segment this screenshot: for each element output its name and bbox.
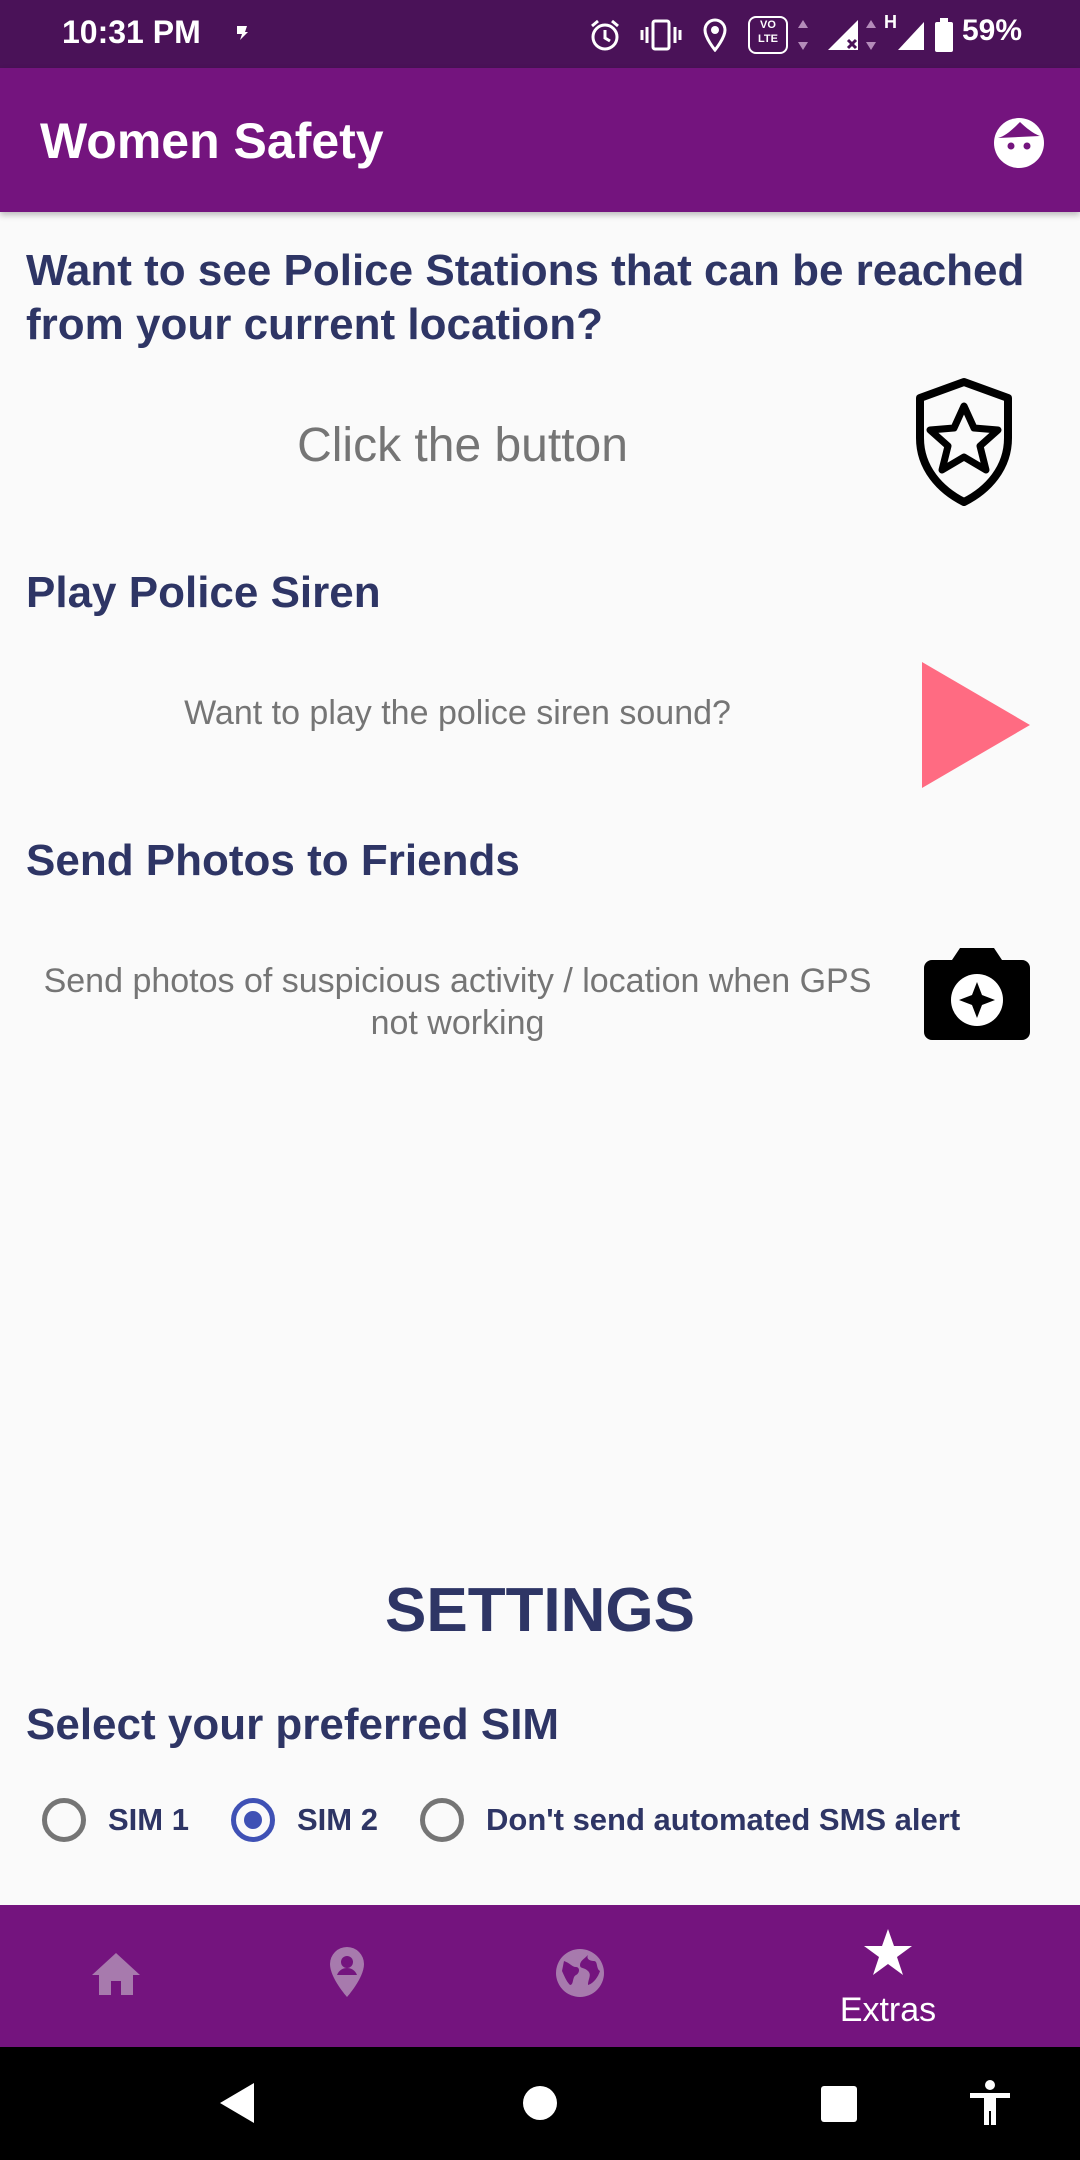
- photos-title: Send Photos to Friends: [26, 836, 520, 885]
- location-pin-icon: [330, 1947, 364, 1997]
- status-time: 10:31 PM: [62, 14, 201, 50]
- home-nav-icon[interactable]: [522, 2085, 558, 2121]
- location-icon: [703, 18, 727, 52]
- siren-description: Want to play the police siren sound?: [184, 694, 731, 732]
- nav-globe[interactable]: [480, 1905, 680, 2047]
- alarm-icon: [591, 19, 619, 51]
- no-sms-radio[interactable]: [420, 1798, 464, 1842]
- face-icon[interactable]: [992, 116, 1046, 170]
- sim1-label: SIM 1: [108, 1802, 189, 1837]
- battery-icon: [935, 18, 953, 52]
- back-icon[interactable]: [218, 2081, 256, 2125]
- data-arrows-icon: [798, 20, 808, 50]
- data-arrows-icon-2: [866, 20, 876, 50]
- volte-icon: VO LTE: [748, 16, 788, 54]
- police-stations-title: Want to see Police Stations that can be …: [26, 246, 1025, 349]
- settings-title: SETTINGS: [384, 1576, 696, 1645]
- nav-home[interactable]: [16, 1905, 216, 2047]
- sim1-radio[interactable]: [42, 1798, 86, 1842]
- no-sms-option[interactable]: Don't send automated SMS alert: [420, 1798, 980, 1852]
- photos-description: Send photos of suspicious activity / loc…: [43, 962, 872, 1042]
- sim1-option[interactable]: SIM 1: [42, 1798, 192, 1852]
- police-badge-icon[interactable]: [912, 376, 1016, 508]
- signal-sim2-icon: [898, 22, 924, 50]
- nav-extras[interactable]: Extras: [788, 1905, 988, 2047]
- police-stations-description: Click the button: [297, 419, 628, 472]
- volte-label: VO LTE: [758, 19, 778, 45]
- sim-title: Select your preferred SIM: [26, 1700, 560, 1749]
- battery-percent: 59%: [961, 14, 1022, 47]
- accessibility-icon[interactable]: [968, 2079, 1012, 2127]
- nav-location[interactable]: [246, 1905, 446, 2047]
- sim2-label: SIM 2: [297, 1802, 378, 1837]
- nav-extras-label: Extras: [839, 1991, 937, 2029]
- sim2-radio[interactable]: [231, 1798, 275, 1842]
- play-icon[interactable]: [920, 660, 1032, 790]
- globe-icon: [556, 1949, 604, 1997]
- home-icon: [92, 1953, 140, 1995]
- siren-title: Play Police Siren: [26, 568, 381, 617]
- camera-icon[interactable]: [922, 944, 1032, 1042]
- recents-icon[interactable]: [820, 2085, 858, 2123]
- no-sms-label: Don't send automated SMS alert: [486, 1802, 961, 1837]
- app-bar: Women Safety: [0, 68, 1080, 212]
- app-title: Women Safety: [40, 113, 384, 169]
- star-icon: [864, 1929, 912, 1975]
- signal-sim1-icon: [828, 20, 858, 50]
- sim2-option[interactable]: SIM 2: [231, 1798, 381, 1852]
- system-nav-bar: [0, 2047, 1080, 2160]
- bottom-nav: Extras: [0, 1905, 1080, 2047]
- notification-icon: [237, 26, 248, 40]
- vibrate-icon: [640, 19, 682, 51]
- status-bar: 10:31 PM VO LTE H 59%: [0, 0, 1080, 68]
